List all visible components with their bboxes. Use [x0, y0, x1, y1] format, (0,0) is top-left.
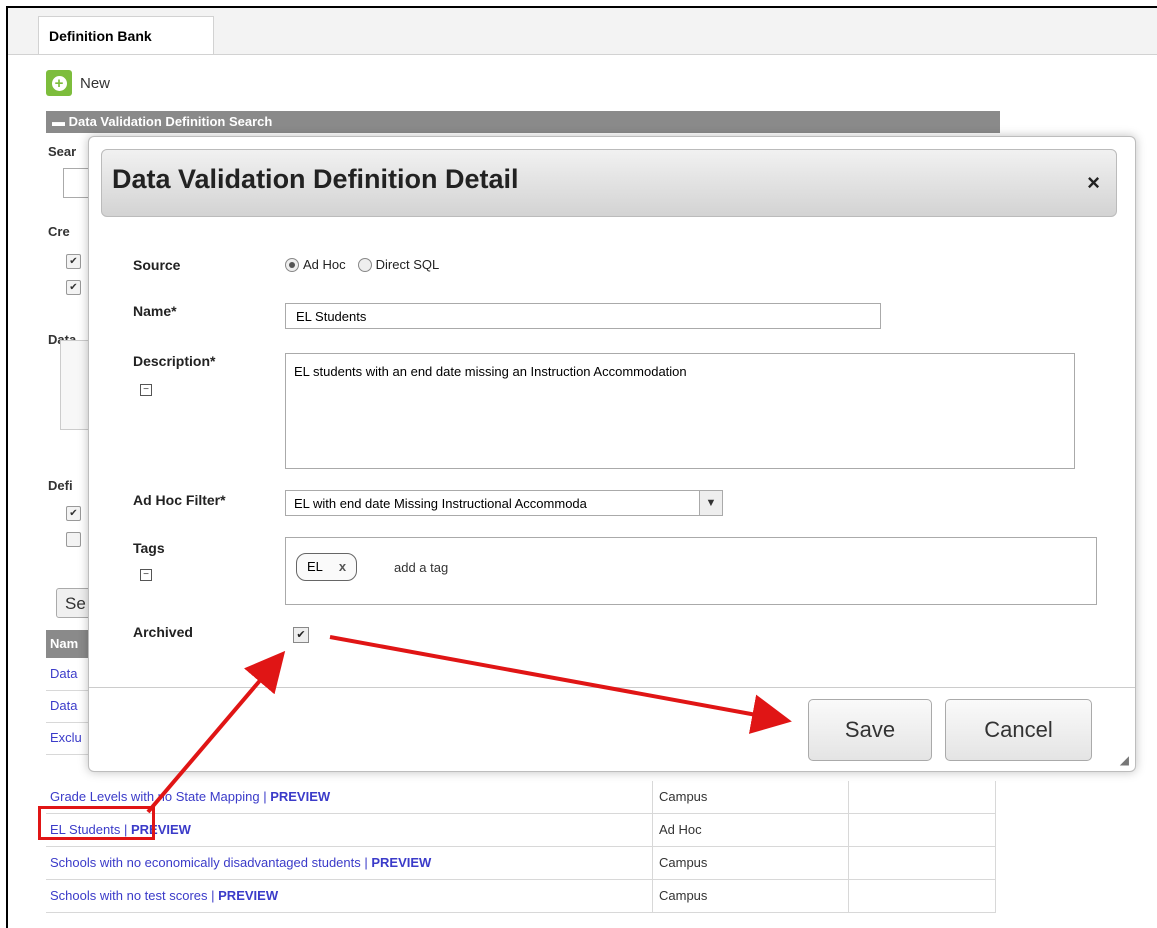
tab-bar: Definition Bank: [8, 8, 1157, 55]
row-extra-cell: [848, 814, 996, 846]
modal-title: Data Validation Definition Detail: [112, 164, 519, 194]
tag-input[interactable]: add a tag: [394, 560, 448, 575]
created-checkbox-1[interactable]: ✔: [66, 254, 81, 269]
created-label: Cre: [48, 224, 70, 239]
annotation-highlight-box: [38, 806, 155, 840]
collapse-icon[interactable]: −: [140, 384, 152, 396]
tag-chip: EL x: [296, 553, 358, 581]
tab-definition-bank[interactable]: Definition Bank: [38, 16, 214, 54]
save-button[interactable]: Save: [808, 699, 932, 761]
row-name-cell: Schools with no test scores | PREVIEW: [50, 888, 279, 903]
name-field[interactable]: EL Students: [285, 303, 881, 329]
collapse-icon[interactable]: −: [140, 569, 152, 581]
archived-label: Archived: [133, 624, 193, 640]
table-row[interactable]: Schools with no test scores | PREVIEW Ca…: [46, 880, 996, 913]
definition-label: Defi: [48, 478, 73, 493]
preview-link[interactable]: PREVIEW: [270, 789, 330, 804]
collapse-icon: ▬: [52, 114, 69, 129]
preview-link[interactable]: PREVIEW: [218, 888, 278, 903]
table-row[interactable]: EL Students | PREVIEW Ad Hoc: [46, 814, 996, 847]
close-icon[interactable]: ×: [1087, 170, 1100, 196]
definition-checkbox-2[interactable]: [66, 532, 81, 547]
new-label: New: [80, 74, 111, 92]
row-name-link[interactable]: Data: [50, 658, 77, 690]
row-name-link[interactable]: Data: [50, 690, 77, 722]
row-name-link[interactable]: Schools with no test scores: [50, 888, 208, 903]
add-icon: +: [46, 70, 72, 96]
row-name-link[interactable]: Schools with no economically disadvantag…: [50, 855, 361, 870]
new-button[interactable]: + New: [46, 70, 110, 96]
search-panel-header[interactable]: ▬ Data Validation Definition Search: [46, 111, 1000, 133]
source-label: Source: [133, 257, 181, 273]
row-type-cell: Campus: [652, 847, 848, 879]
adhoc-filter-value: EL with end date Missing Instructional A…: [294, 496, 587, 511]
source-sql-radio[interactable]: [357, 257, 372, 272]
adhoc-filter-label: Ad Hoc Filter*: [133, 492, 226, 508]
table-row[interactable]: Schools with no economically disadvantag…: [46, 847, 996, 880]
row-type-cell: Campus: [652, 880, 848, 912]
table-row[interactable]: Grade Levels with no State Mapping | PRE…: [46, 781, 996, 814]
name-label: Name*: [133, 303, 177, 319]
row-extra-cell: [848, 880, 996, 912]
definition-checkbox-1[interactable]: ✔: [66, 506, 81, 521]
chevron-down-icon[interactable]: ▼: [699, 491, 722, 515]
archived-checkbox[interactable]: ✔: [293, 627, 309, 643]
description-field[interactable]: EL students with an end date missing an …: [285, 353, 1075, 469]
row-extra-cell: [848, 781, 996, 813]
description-label: Description*: [133, 353, 216, 369]
created-checkbox-2[interactable]: ✔: [66, 280, 81, 295]
definition-detail-modal: Data Validation Definition Detail × Sour…: [88, 136, 1136, 772]
tag-remove-icon[interactable]: x: [339, 554, 346, 580]
resize-handle-icon[interactable]: ◢: [1120, 753, 1129, 767]
row-extra-cell: [848, 847, 996, 879]
row-name-link[interactable]: Grade Levels with no State Mapping: [50, 789, 260, 804]
modal-header: Data Validation Definition Detail ×: [101, 149, 1117, 217]
cancel-button[interactable]: Cancel: [945, 699, 1092, 761]
search-panel-title: Data Validation Definition Search: [68, 114, 273, 129]
source-adhoc-radio[interactable]: [285, 257, 299, 272]
tag-label: EL: [307, 559, 323, 574]
source-radio-group: Ad Hoc Direct SQL: [285, 257, 439, 272]
row-name-link[interactable]: Exclu: [50, 722, 82, 754]
search-label: Sear: [48, 144, 77, 159]
tags-label: Tags: [133, 540, 165, 556]
row-type-cell: Ad Hoc: [652, 814, 848, 846]
row-type-cell: Campus: [652, 781, 848, 813]
row-name-cell: Schools with no economically disadvantag…: [50, 855, 432, 870]
preview-link[interactable]: PREVIEW: [371, 855, 431, 870]
source-adhoc-label: Ad Hoc: [303, 257, 346, 272]
source-sql-label: Direct SQL: [375, 257, 440, 272]
adhoc-filter-select[interactable]: EL with end date Missing Instructional A…: [285, 490, 723, 516]
modal-divider: [89, 687, 1135, 688]
tags-field[interactable]: EL x add a tag: [285, 537, 1097, 605]
